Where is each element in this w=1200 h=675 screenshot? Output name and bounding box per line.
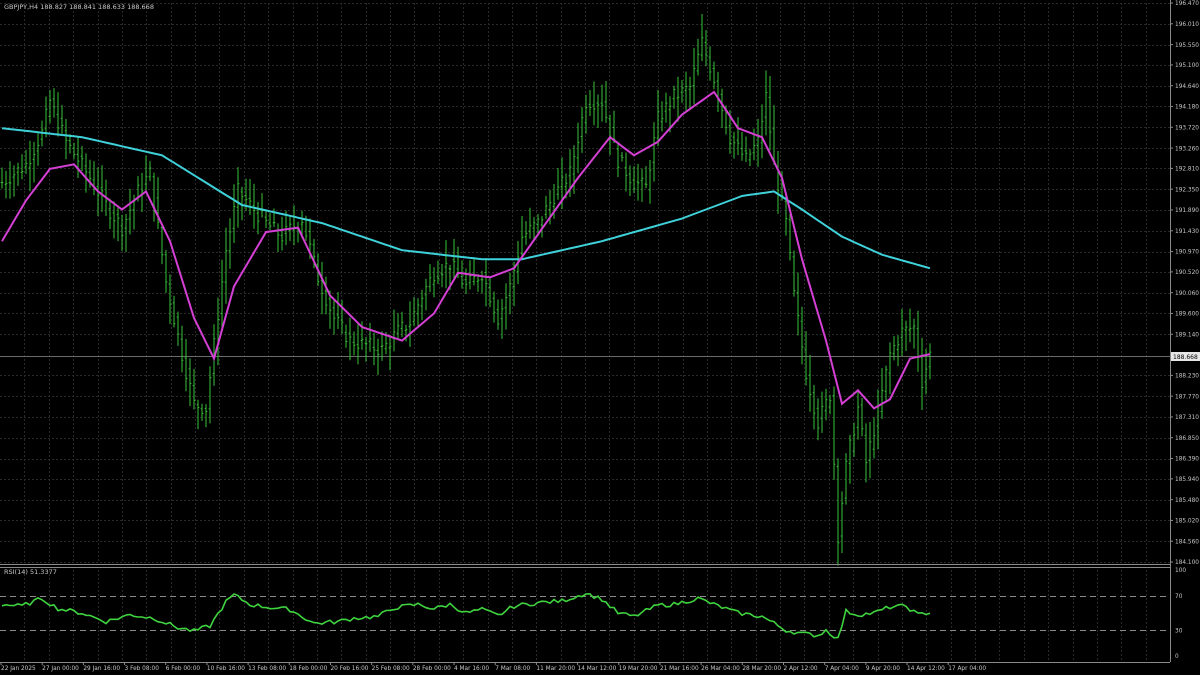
price-tick-label: 190.970 <box>1175 250 1199 256</box>
time-tick-label: 4 Mar 16:00 <box>454 666 489 672</box>
price-tick-label: 194.640 <box>1175 84 1199 90</box>
time-tick-label: 25 Feb 08:00 <box>372 666 410 672</box>
price-tick-label: 191.430 <box>1175 229 1199 235</box>
rsi-tick-label: 0 <box>1175 654 1179 660</box>
time-tick-label: 28 Mar 20:00 <box>742 666 781 672</box>
price-tick-label: 187.310 <box>1175 415 1199 421</box>
price-tick-label: 185.480 <box>1175 498 1199 504</box>
price-tick-label: 185.020 <box>1175 519 1199 525</box>
time-tick-label: 10 Feb 16:00 <box>207 666 245 672</box>
price-tick-label: 184.100 <box>1175 560 1199 566</box>
price-tick-label: 189.140 <box>1175 332 1199 338</box>
current-price-label: 188.668 <box>1173 354 1198 361</box>
time-tick-label: 9 Apr 20:00 <box>866 666 900 672</box>
price-tick-label: 193.720 <box>1175 125 1199 131</box>
price-tick-label: 186.390 <box>1175 457 1199 463</box>
time-tick-label: 19 Mar 20:00 <box>619 666 658 672</box>
price-tick-label: 186.850 <box>1175 436 1199 442</box>
time-tick-label: 28 Feb 00:00 <box>413 666 451 672</box>
price-tick-label: 196.470 <box>1175 1 1199 7</box>
price-tick-label: 193.260 <box>1175 146 1199 152</box>
price-tick-label: 190.520 <box>1175 270 1199 276</box>
price-tick-label: 185.940 <box>1175 477 1199 483</box>
price-tick-label: 190.060 <box>1175 291 1199 297</box>
price-tick-label: 188.230 <box>1175 374 1199 380</box>
time-tick-label: 18 Feb 00:00 <box>289 666 327 672</box>
rsi-tick-label: 70 <box>1175 594 1183 600</box>
price-tick-label: 196.010 <box>1175 22 1199 28</box>
price-tick-label: 194.180 <box>1175 105 1199 111</box>
trading-chart-window: 196.470 196.010 195.550 195.100 194.640 194.1… <box>0 0 1200 675</box>
price-tick-label: 195.100 <box>1175 63 1199 69</box>
time-tick-label: 14 Mar 12:00 <box>578 666 617 672</box>
time-tick-label: 13 Feb 08:00 <box>248 666 286 672</box>
rsi-tick-label: 30 <box>1175 628 1183 634</box>
time-tick-label: 6 Feb 00:00 <box>166 666 201 672</box>
price-tick-label: 184.560 <box>1175 539 1199 545</box>
price-tick-label: 192.810 <box>1175 167 1199 173</box>
time-tick-label: 11 Mar 20:00 <box>536 666 575 672</box>
time-tick-label: 17 Apr 04:00 <box>948 666 986 672</box>
rsi-info-label: RSI(14) 51.3377 <box>4 568 57 576</box>
time-tick-label: 26 Mar 04:00 <box>701 666 740 672</box>
time-tick-label: 27 Jan 00:00 <box>42 666 79 672</box>
time-tick-label: 7 Apr 04:00 <box>825 666 859 672</box>
time-tick-label: 3 Feb 08:00 <box>125 666 160 672</box>
time-tick-label: 2 Apr 12:00 <box>784 666 818 672</box>
price-tick-label: 195.550 <box>1175 43 1199 49</box>
time-tick-label: 20 Feb 16:00 <box>330 666 368 672</box>
price-tick-label: 191.890 <box>1175 208 1199 214</box>
time-tick-label: 14 Apr 12:00 <box>907 666 945 672</box>
price-tick-label: 189.600 <box>1175 312 1199 318</box>
time-tick-label: 7 Mar 08:00 <box>495 666 530 672</box>
time-tick-label: 29 Jan 16:00 <box>83 666 120 672</box>
chart-canvas[interactable]: 196.470 196.010 195.550 195.100 194.640 194.1… <box>0 0 1200 675</box>
time-tick-label: 22 Jan 2025 <box>1 666 36 672</box>
chart-background <box>0 0 1200 675</box>
price-tick-label: 187.770 <box>1175 394 1199 400</box>
time-tick-label: 21 Mar 16:00 <box>660 666 699 672</box>
price-tick-label: 192.350 <box>1175 187 1199 193</box>
symbol-info-label: GBPJPY,H4 188.827 188.841 188.633 188.66… <box>4 3 154 11</box>
rsi-tick-label: 100 <box>1175 568 1186 574</box>
